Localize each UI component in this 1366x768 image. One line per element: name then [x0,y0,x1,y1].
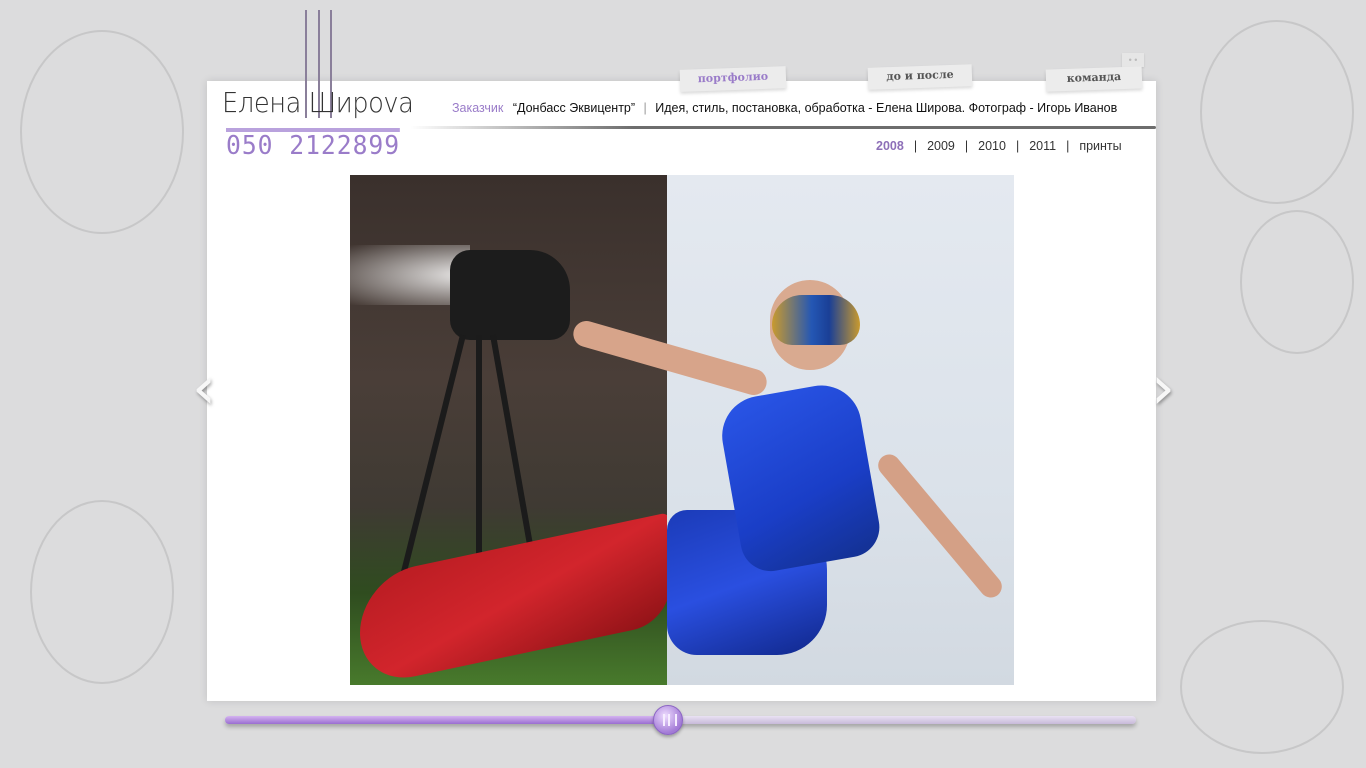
tab-portfolio-label: портфолио [697,69,769,86]
tab-portfolio[interactable]: портфолио [679,66,787,92]
prints-link[interactable]: принты [1079,139,1121,153]
before-image [350,175,670,685]
masquerade-mask [772,295,860,345]
year-separator: | [913,139,918,153]
year-separator: | [1066,139,1070,153]
before-after-photo[interactable] [350,175,1014,685]
film-camera [450,250,570,340]
sketch-decoration [1200,20,1354,204]
logo-name[interactable]: Елена Ширova [222,86,414,119]
prev-arrow[interactable]: ‹ [183,358,225,418]
tab-before-after[interactable]: до и после [867,64,973,90]
tab-team-label: команда [1066,70,1122,85]
project-credits: Заказчик “Донбасс Эквицентр” | Идея, сти… [452,101,1117,115]
year-separator: | [1015,139,1020,153]
gallery-slider[interactable] [225,705,1136,735]
credits-separator: | [643,101,647,115]
client-label: Заказчик [452,101,504,115]
year-2010[interactable]: 2010 [978,139,1006,153]
chevron-left-icon: ‹ [192,353,216,423]
slider-thumb[interactable] [652,705,683,735]
sketch-decoration [20,30,184,234]
tab-before-after-label: до и после [886,67,954,84]
corner-icon[interactable]: • • [1122,53,1144,67]
year-2008[interactable]: 2008 [876,139,904,153]
sketch-decoration [30,500,174,684]
chevron-right-icon: › [1151,353,1175,423]
year-2011[interactable]: 2011 [1029,139,1056,153]
sketch-decoration [1180,620,1344,754]
header-divider [410,126,1156,129]
year-2009[interactable]: 2009 [927,139,955,153]
client-name: “Донбасс Эквицентр” [512,101,636,115]
next-arrow[interactable]: › [1142,358,1184,418]
red-legs [360,512,670,685]
slider-fill [225,716,667,724]
year-filter: 2008 | 2009 | 2010 | 2011 | принты [876,139,1122,153]
tab-team[interactable]: команда [1045,66,1143,92]
sketch-decoration [1240,210,1354,354]
year-separator: | [964,139,969,153]
logo-phone: 050 2122899 [226,128,401,160]
credits-text: Идея, стиль, постановка, обработка - Еле… [655,101,1118,115]
grip-icon [662,714,677,726]
